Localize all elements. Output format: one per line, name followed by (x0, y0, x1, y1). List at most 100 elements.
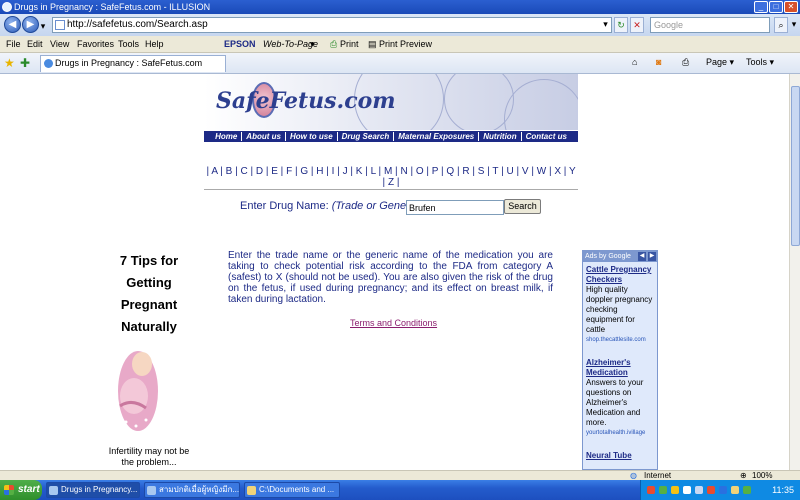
alphabet-link-j[interactable]: J (343, 166, 348, 177)
refresh-icon[interactable]: ↻ (614, 17, 628, 33)
alphabet-link-x[interactable]: X (554, 166, 561, 177)
alphabet-link-l[interactable]: L (371, 166, 376, 177)
alphabet-link-a[interactable]: A (211, 166, 217, 177)
promo-banner[interactable]: 7 Tips for Getting Pregnant Naturally (108, 250, 190, 338)
feeds-icon[interactable]: ◙ (656, 57, 661, 67)
ad-title[interactable]: Cattle Pregnancy Checkers (586, 265, 654, 285)
terms-link[interactable]: Terms and Conditions (350, 318, 437, 328)
drug-search-button[interactable]: Search (504, 199, 541, 214)
minimize-button[interactable]: _ (754, 1, 768, 13)
search-go-icon[interactable]: ⌕ (774, 17, 788, 33)
menu-file[interactable]: File (6, 36, 21, 53)
alphabet-link-z[interactable]: Z (388, 177, 394, 188)
back-button[interactable]: ◀ (4, 16, 21, 33)
alphabet-link-c[interactable]: C (240, 166, 247, 177)
close-button[interactable]: ✕ (784, 1, 798, 13)
ads-next-icon[interactable]: ▶ (648, 252, 656, 261)
forward-button[interactable]: ▶ (22, 16, 39, 33)
tab-favicon (44, 59, 53, 68)
nav-how-to-use[interactable]: How to use (286, 132, 338, 141)
ad-item[interactable]: Alzheimer's Medication Answers to your q… (583, 355, 657, 438)
maximize-button[interactable]: □ (769, 1, 783, 13)
alphabet-link-u[interactable]: U (507, 166, 514, 177)
history-dropdown-icon[interactable]: ▾ (38, 19, 48, 31)
tray-icon[interactable] (671, 486, 679, 494)
alphabet-link-y[interactable]: Y (569, 166, 576, 177)
alphabet-link-f[interactable]: F (286, 166, 292, 177)
add-favorite-icon[interactable]: ✚ (20, 56, 30, 70)
vertical-scrollbar[interactable] (789, 74, 800, 470)
tray-icon[interactable] (695, 486, 703, 494)
menu-edit[interactable]: Edit (27, 36, 43, 53)
tools-menu[interactable]: Tools ▾ (746, 57, 774, 68)
print-icon: ⎙ (330, 39, 338, 49)
stop-icon[interactable]: ✕ (630, 17, 644, 33)
tray-icon[interactable] (743, 486, 751, 494)
alphabet-link-k[interactable]: K (356, 166, 363, 177)
print-command-icon[interactable]: ⎙ (682, 57, 689, 68)
address-toolbar: ◀ ▶ ▾ http://safefetus.com/Search.asp ▾ … (0, 14, 800, 36)
alphabet-link-v[interactable]: V (522, 166, 529, 177)
alphabet-link-q[interactable]: Q (446, 166, 454, 177)
alphabet-link-r[interactable]: R (462, 166, 469, 177)
nav-nutrition[interactable]: Nutrition (479, 132, 522, 141)
alphabet-link-p[interactable]: P (432, 166, 439, 177)
print-button[interactable]: Print (340, 36, 359, 53)
alphabet-link-e[interactable]: E (271, 166, 278, 177)
scrollbar-thumb[interactable] (791, 86, 800, 246)
search-options-icon[interactable]: ▾ (789, 17, 799, 33)
start-button[interactable]: start (0, 480, 42, 500)
nav-maternal-exposures[interactable]: Maternal Exposures (394, 132, 480, 141)
alphabet-link-w[interactable]: W (537, 166, 546, 177)
menu-view[interactable]: View (50, 36, 69, 53)
ad-item[interactable]: Cattle Pregnancy Checkers High quality d… (583, 262, 657, 345)
alphabet-link-b[interactable]: B (226, 166, 233, 177)
home-icon[interactable]: ⌂ (632, 57, 637, 67)
url-text: http://safefetus.com/Search.asp (67, 19, 208, 30)
ad-item[interactable]: Neural Tube (583, 448, 657, 461)
tray-icon[interactable] (719, 486, 727, 494)
ad-url[interactable]: yourtotalhealth.ivillage (586, 428, 654, 438)
pregnant-woman-image[interactable] (112, 346, 158, 436)
alphabet-link-i[interactable]: I (332, 166, 335, 177)
favorites-star-icon[interactable]: ★ (4, 56, 15, 70)
menu-help[interactable]: Help (145, 36, 164, 53)
tray-icon[interactable] (659, 486, 667, 494)
taskbar-item[interactable]: Drugs in Pregnancy... (46, 482, 140, 498)
alphabet-link-t[interactable]: T (492, 166, 498, 177)
web-to-page-dropdown-icon[interactable]: ▾ (310, 36, 315, 53)
nav-contact[interactable]: Contact us (522, 132, 571, 141)
ads-prev-icon[interactable]: ◀ (638, 252, 646, 261)
page-menu[interactable]: Page ▾ (706, 57, 734, 68)
taskbar-item[interactable]: สามปกติเมื่อผู้หญิงมีก... (144, 482, 240, 498)
alphabet-link-d[interactable]: D (256, 166, 263, 177)
url-dropdown-icon[interactable]: ▾ (600, 17, 611, 33)
ad-body: High quality doppler pregnancy checking … (586, 285, 653, 334)
print-preview-button[interactable]: Print Preview (379, 36, 432, 53)
tab-safefetus[interactable]: Drugs in Pregnancy : SafeFetus.com (40, 55, 226, 72)
search-input[interactable]: Google (650, 17, 770, 33)
alphabet-link-h[interactable]: H (316, 166, 323, 177)
url-input[interactable]: http://safefetus.com/Search.asp (52, 17, 612, 33)
ad-url[interactable]: shop.thecattlesite.com (586, 335, 654, 345)
alphabet-link-n[interactable]: N (400, 166, 407, 177)
tray-icon[interactable] (707, 486, 715, 494)
taskbar-item[interactable]: C:\Documents and ... (244, 482, 340, 498)
nav-home[interactable]: Home (211, 132, 243, 141)
ad-title[interactable]: Alzheimer's Medication (586, 358, 654, 378)
menu-bar: File Edit View Favorites Tools Help EPSO… (0, 36, 800, 53)
ad-title[interactable]: Neural Tube (586, 451, 654, 461)
alphabet-link-g[interactable]: G (300, 166, 308, 177)
clock[interactable]: 11:35 (772, 480, 794, 500)
drug-name-input[interactable] (406, 200, 504, 215)
menu-tools[interactable]: Tools (118, 36, 139, 53)
menu-favorites[interactable]: Favorites (77, 36, 114, 53)
alphabet-link-s[interactable]: S (478, 166, 485, 177)
alphabet-link-o[interactable]: O (416, 166, 424, 177)
nav-about[interactable]: About us (242, 132, 286, 141)
nav-drug-search[interactable]: Drug Search (338, 132, 395, 141)
tray-icon[interactable] (683, 486, 691, 494)
tray-icon[interactable] (647, 486, 655, 494)
alphabet-link-m[interactable]: M (384, 166, 392, 177)
tray-icon[interactable] (731, 486, 739, 494)
